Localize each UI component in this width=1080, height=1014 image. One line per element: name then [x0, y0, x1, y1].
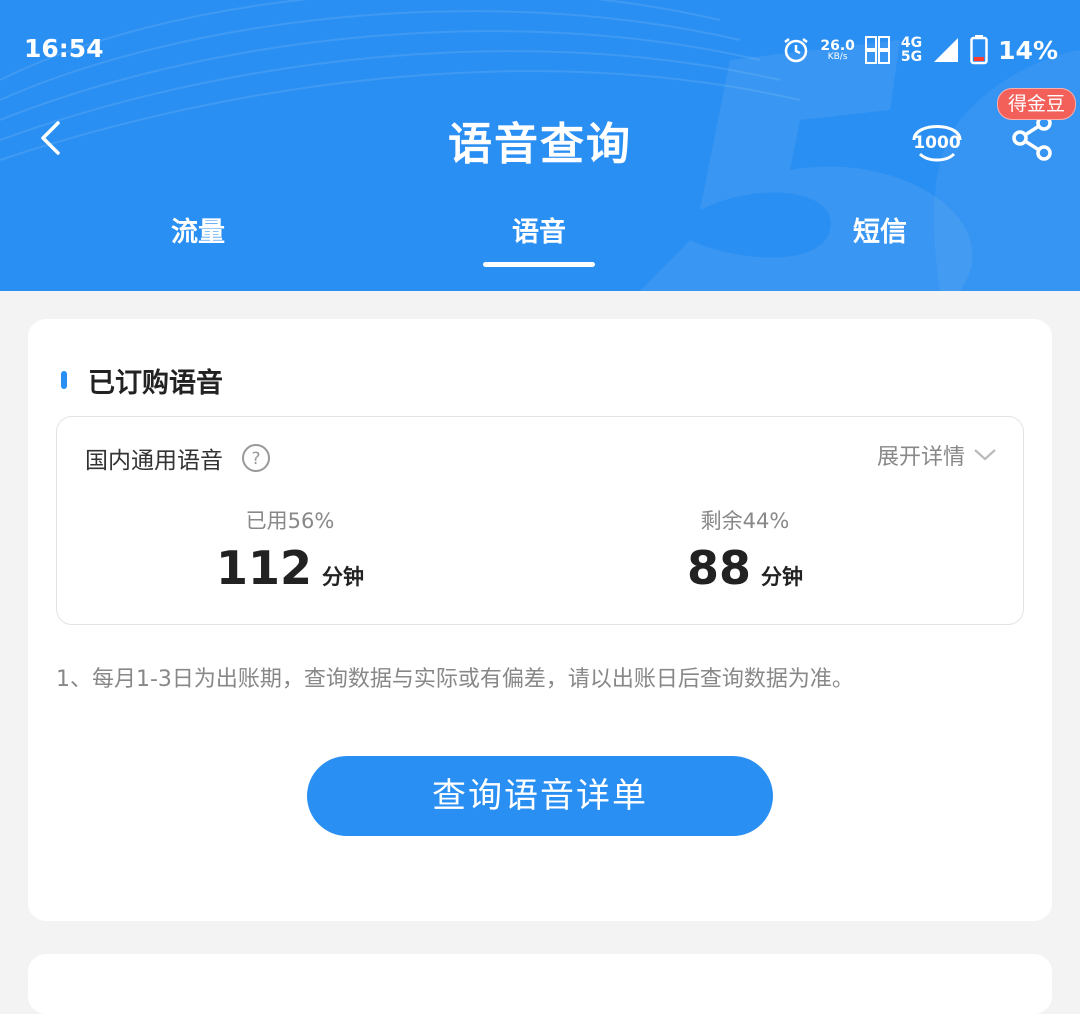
battery-percent: 14%: [998, 35, 1058, 65]
status-time: 16:54: [24, 34, 104, 63]
tab-data[interactable]: 流量: [98, 210, 298, 249]
used-label: 已用56%: [245, 509, 335, 533]
remaining-stat: 剩余44% 88 分钟: [565, 505, 925, 595]
svg-text:1000: 1000: [913, 133, 960, 153]
network-type-top: 4G: [900, 35, 923, 51]
tab-voice[interactable]: 语音: [439, 210, 639, 249]
package-name: 国内通用语音: [85, 448, 223, 474]
status-icons: 26.0 KB/s 4G 5G 14%: [772, 30, 1058, 70]
help-icon[interactable]: ?: [241, 443, 271, 473]
net-speed: 26.0 KB/s: [820, 39, 855, 62]
sim-icon: [864, 36, 890, 64]
next-card: [28, 954, 1052, 1014]
alarm-icon: [784, 38, 809, 63]
used-unit: 分钟: [322, 565, 365, 589]
remaining-label: 剩余44%: [700, 509, 790, 533]
voice-card: 已订购语音 国内通用语音 ? 展开详情 已用56% 112 分钟 剩余44% 8…: [28, 319, 1052, 921]
network-type-bottom: 5G: [900, 49, 923, 65]
used-value: 112: [215, 541, 313, 595]
network-type: 4G 5G: [901, 36, 922, 64]
svg-text:?: ?: [251, 449, 260, 469]
share-icon[interactable]: [1010, 114, 1056, 162]
battery-icon: [970, 35, 988, 65]
tab-indicator: [483, 262, 595, 267]
signal-icon: [934, 38, 959, 62]
tab-sms[interactable]: 短信: [780, 210, 980, 249]
expand-details-button[interactable]: 展开详情: [877, 439, 997, 471]
gold-bean-badge[interactable]: 得金豆: [997, 88, 1077, 120]
section-accent-bar: [61, 371, 67, 389]
query-voice-detail-button[interactable]: 查询语音详单: [307, 756, 773, 836]
tab-bar: 流量 语音 短信: [0, 210, 1080, 270]
section-title: 已订购语音: [88, 368, 223, 399]
remaining-unit: 分钟: [761, 565, 803, 589]
expand-details-label: 展开详情: [876, 445, 965, 470]
remaining-value: 88: [686, 541, 751, 595]
net-speed-unit: KB/s: [827, 51, 848, 62]
hotline-10000-icon[interactable]: 1000: [906, 110, 968, 166]
net-speed-value: 26.0: [820, 37, 855, 54]
billing-note: 1、每月1-3日为出账期，查询数据与实际或有偏差，请以出账日后查询数据为准。: [56, 667, 854, 692]
header: 16:54 26.0 KB/s 4G 5G 14% 语音查询 1000 得金豆 …: [0, 0, 1080, 291]
chevron-down-icon: [974, 449, 996, 461]
package-box: 国内通用语音 ? 展开详情 已用56% 112 分钟 剩余44% 88 分钟: [56, 416, 1024, 625]
used-stat: 已用56% 112 分钟: [110, 505, 470, 595]
